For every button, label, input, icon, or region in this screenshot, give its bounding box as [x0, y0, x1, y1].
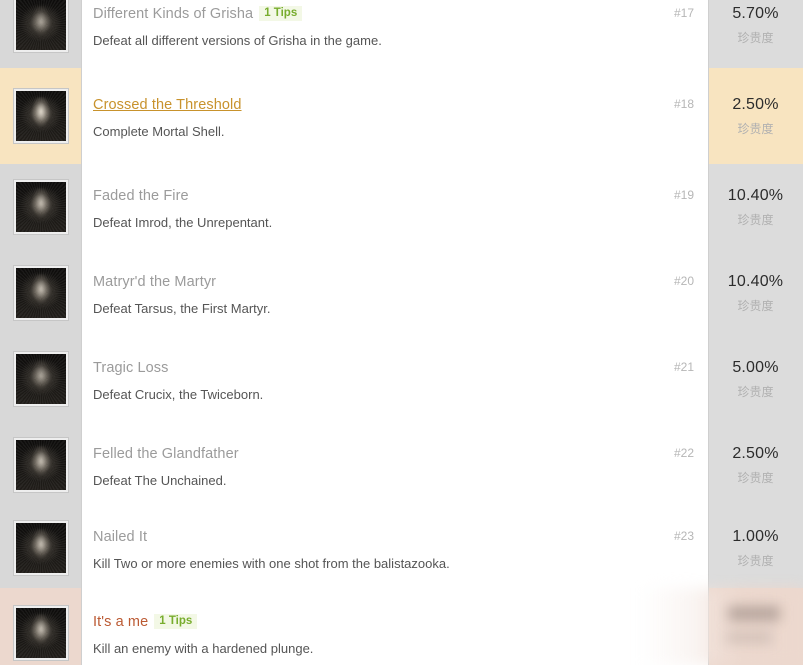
table-row[interactable]: It's a me 1 Tips Kill an enemy with a hard… — [0, 588, 803, 665]
achievement-detail-cell: Felled the Glandfather #22 Defeat The Unch… — [82, 422, 708, 508]
table-row[interactable]: Different Kinds of Grisha 1 Tips #17 Defeat… — [0, 0, 803, 68]
achievement-description: Defeat all different versions of Grisha … — [93, 33, 382, 48]
unchained-thumbnail[interactable] — [13, 437, 69, 493]
achievement-rarity-cell — [708, 613, 803, 619]
achievement-description: Defeat The Unchained. — [93, 473, 227, 488]
achievement-index: #21 — [673, 360, 694, 374]
achievement-index: #23 — [673, 529, 694, 543]
achievement-description: Kill an enemy with a hardened plunge. — [93, 641, 314, 656]
achievement-rarity-cell: 5.00% 珍贵度 — [708, 359, 803, 400]
achievement-icon — [16, 608, 66, 658]
rarity-percentage: 10.40% — [727, 187, 784, 204]
achievement-thumbnail-cell[interactable] — [0, 588, 82, 665]
achievement-index: #20 — [673, 274, 694, 288]
achievement-description: Defeat Imrod, the Unrepentant. — [93, 215, 273, 230]
achievement-title: Matryr'd the Martyr — [93, 274, 217, 290]
rarity-percentage: 5.70% — [732, 5, 779, 22]
achievement-detail-cell: Faded the Fire #19 Defeat Imrod, the Unrep… — [82, 164, 708, 250]
balistazooka-thumbnail[interactable] — [13, 520, 69, 576]
achievement-title: It's a me — [93, 614, 149, 630]
achievement-icon — [16, 354, 66, 404]
achievement-rarity-cell: 10.40% 珍贵度 — [708, 273, 803, 314]
achievement-icon — [16, 523, 66, 573]
achievement-description: Defeat Tarsus, the First Martyr. — [93, 301, 271, 316]
achievement-title-line: Faded the Fire #19 — [93, 187, 694, 205]
achievement-rarity-cell: 10.40% 珍贵度 — [708, 187, 803, 228]
table-row[interactable]: Crossed the Threshold #18 Complete Mortal … — [0, 68, 803, 164]
crucix-thumbnail[interactable] — [13, 351, 69, 407]
achievement-list-page: Different Kinds of Grisha 1 Tips #17 Defeat… — [0, 0, 803, 665]
achievement-title-line: It's a me 1 Tips — [93, 613, 694, 631]
achievement-rarity-cell: 2.50% 珍贵度 — [708, 96, 803, 137]
achievement-thumbnail-cell[interactable] — [0, 68, 82, 164]
achievement-title: Nailed It — [93, 529, 148, 545]
achievement-detail-cell: Different Kinds of Grisha 1 Tips #17 Defeat… — [82, 0, 708, 68]
rarity-percentage: 2.50% — [732, 96, 779, 113]
achievement-icon — [16, 268, 66, 318]
achievement-title-line: Crossed the Threshold #18 — [93, 96, 694, 114]
achievement-title-line: Matryr'd the Martyr #20 — [93, 273, 694, 291]
achievement-thumbnail-cell[interactable] — [0, 508, 82, 588]
achievement-rarity-cell: 1.00% 珍贵度 — [708, 528, 803, 569]
rarity-percentage: 2.50% — [732, 445, 779, 462]
crossed-the-threshold-thumbnail[interactable] — [13, 88, 69, 144]
achievement-rarity-cell: 2.50% 珍贵度 — [708, 445, 803, 486]
table-row[interactable]: Felled the Glandfather #22 Defeat The Unch… — [0, 422, 803, 508]
rarity-label: 珍贵度 — [737, 554, 774, 568]
achievement-detail-cell: It's a me 1 Tips Kill an enemy with a hard… — [82, 588, 708, 665]
achievement-title: Tragic Loss — [93, 360, 169, 376]
achievement-title-line: Felled the Glandfather #22 — [93, 445, 694, 463]
table-row[interactable]: Tragic Loss #21 Defeat Crucix, the Twicebo… — [0, 336, 803, 422]
achievement-icon — [16, 91, 66, 141]
achievement-thumbnail-cell[interactable] — [0, 336, 82, 422]
imrod-thumbnail[interactable] — [13, 179, 69, 235]
tips-badge[interactable]: 1 Tips — [154, 614, 198, 629]
achievement-detail-cell: Matryr'd the Martyr #20 Defeat Tarsus, the… — [82, 250, 708, 336]
achievement-thumbnail-cell[interactable] — [0, 250, 82, 336]
achievement-thumbnail-cell[interactable] — [0, 0, 82, 68]
rarity-label: 珍贵度 — [737, 213, 774, 227]
achievement-icon — [16, 0, 66, 50]
table-row[interactable]: Faded the Fire #19 Defeat Imrod, the Unrep… — [0, 164, 803, 250]
achievement-icon — [16, 182, 66, 232]
achievement-index: #18 — [673, 97, 694, 111]
tarsus-thumbnail[interactable] — [13, 265, 69, 321]
rarity-label: 珍贵度 — [737, 122, 774, 136]
tips-badge[interactable]: 1 Tips — [259, 6, 303, 21]
achievement-title[interactable]: Crossed the Threshold — [93, 97, 242, 113]
achievement-title: Different Kinds of Grisha — [93, 6, 254, 22]
rarity-label: 珍贵度 — [737, 299, 774, 313]
table-row[interactable]: Matryr'd the Martyr #20 Defeat Tarsus, the… — [0, 250, 803, 336]
achievement-index: #22 — [673, 446, 694, 460]
rarity-percentage: 1.00% — [732, 528, 779, 545]
hardened-plunge-thumbnail[interactable] — [13, 605, 69, 661]
achievement-icon — [16, 440, 66, 490]
achievement-description: Complete Mortal Shell. — [93, 124, 225, 139]
rarity-label: 珍贵度 — [737, 385, 774, 399]
achievement-thumbnail-cell[interactable] — [0, 164, 82, 250]
rarity-label: 珍贵度 — [737, 31, 774, 45]
grisha-thumbnail[interactable] — [13, 0, 69, 53]
achievement-title-line: Nailed It #23 — [93, 528, 694, 546]
achievement-description: Kill Two or more enemies with one shot f… — [93, 556, 450, 571]
achievement-index: #19 — [673, 188, 694, 202]
table-row[interactable]: Nailed It #23 Kill Two or more enemies wit… — [0, 508, 803, 588]
achievement-detail-cell: Tragic Loss #21 Defeat Crucix, the Twicebo… — [82, 336, 708, 422]
rarity-label: 珍贵度 — [737, 471, 774, 485]
achievement-title-line: Tragic Loss #21 — [93, 359, 694, 377]
achievement-rarity-cell: 5.70% 珍贵度 — [708, 5, 803, 46]
achievement-thumbnail-cell[interactable] — [0, 422, 82, 508]
achievement-index: #17 — [673, 6, 694, 20]
achievement-description: Defeat Crucix, the Twiceborn. — [93, 387, 264, 402]
achievement-detail-cell: Nailed It #23 Kill Two or more enemies wit… — [82, 508, 708, 588]
achievement-title: Faded the Fire — [93, 188, 189, 204]
achievement-title: Felled the Glandfather — [93, 446, 239, 462]
achievement-title-line: Different Kinds of Grisha 1 Tips #17 — [93, 5, 694, 23]
achievement-detail-cell: Crossed the Threshold #18 Complete Mortal … — [82, 68, 708, 164]
rarity-percentage: 10.40% — [727, 273, 784, 290]
rarity-percentage: 5.00% — [732, 359, 779, 376]
